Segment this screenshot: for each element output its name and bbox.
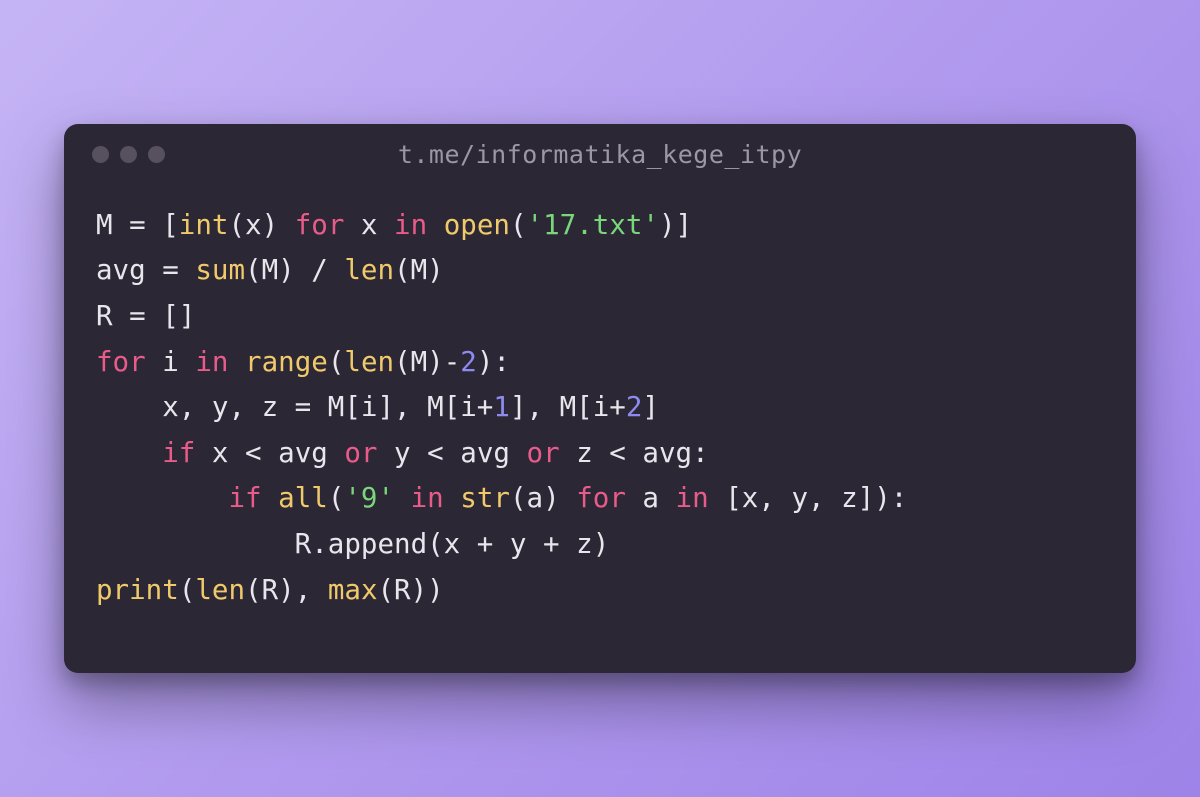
code-token: ( bbox=[510, 209, 527, 241]
code-token: a bbox=[626, 482, 676, 514]
code-token: ( bbox=[328, 482, 345, 514]
code-token: in bbox=[676, 482, 709, 514]
code-token: (M) bbox=[394, 254, 444, 286]
code-token bbox=[96, 437, 162, 469]
code-token bbox=[96, 482, 228, 514]
code-token: M = [ bbox=[96, 209, 179, 241]
code-token: or bbox=[344, 437, 377, 469]
code-token: y < avg bbox=[378, 437, 527, 469]
minimize-icon[interactable] bbox=[120, 146, 137, 163]
code-token: ( bbox=[328, 346, 345, 378]
code-token: z < avg: bbox=[560, 437, 709, 469]
code-token: (x) bbox=[228, 209, 294, 241]
code-line: R.append(x + y + z) bbox=[96, 522, 1104, 568]
code-token: (R)) bbox=[378, 574, 444, 606]
code-token: in bbox=[394, 209, 427, 241]
code-token: (M)- bbox=[394, 346, 460, 378]
code-token: open bbox=[444, 209, 510, 241]
code-token: for bbox=[295, 209, 345, 241]
code-token: or bbox=[527, 437, 560, 469]
titlebar: t.me/informatika_kege_itpy bbox=[64, 124, 1136, 173]
code-token: R.append(x + y + z) bbox=[96, 528, 609, 560]
code-token: print bbox=[96, 574, 179, 606]
code-token: 1 bbox=[493, 391, 510, 423]
code-token: len bbox=[344, 346, 394, 378]
close-icon[interactable] bbox=[92, 146, 109, 163]
code-token: '9' bbox=[344, 482, 394, 514]
code-token: (a) bbox=[510, 482, 576, 514]
code-token: x, y, z = M[i], M[i+ bbox=[96, 391, 493, 423]
code-token: ], M[i+ bbox=[510, 391, 626, 423]
code-token: len bbox=[344, 254, 394, 286]
window-title: t.me/informatika_kege_itpy bbox=[64, 140, 1136, 169]
code-token: for bbox=[96, 346, 146, 378]
code-token bbox=[444, 482, 461, 514]
code-token: x < avg bbox=[195, 437, 344, 469]
code-line: for i in range(len(M)-2): bbox=[96, 340, 1104, 386]
code-token: i bbox=[146, 346, 196, 378]
code-token: )] bbox=[659, 209, 692, 241]
code-token: ( bbox=[179, 574, 196, 606]
code-token: str bbox=[460, 482, 510, 514]
code-line: avg = sum(M) / len(M) bbox=[96, 248, 1104, 294]
code-token: in bbox=[411, 482, 444, 514]
code-token bbox=[262, 482, 279, 514]
code-line: M = [int(x) for x in open('17.txt')] bbox=[96, 203, 1104, 249]
traffic-lights bbox=[92, 146, 165, 163]
code-line: if x < avg or y < avg or z < avg: bbox=[96, 431, 1104, 477]
code-token: sum bbox=[195, 254, 245, 286]
code-token: (R), bbox=[245, 574, 328, 606]
code-token: ): bbox=[477, 346, 510, 378]
code-line: R = [] bbox=[96, 294, 1104, 340]
code-line: x, y, z = M[i], M[i+1], M[i+2] bbox=[96, 385, 1104, 431]
code-token: int bbox=[179, 209, 229, 241]
code-token: x bbox=[344, 209, 394, 241]
code-token: (M) / bbox=[245, 254, 344, 286]
maximize-icon[interactable] bbox=[148, 146, 165, 163]
code-token: max bbox=[328, 574, 378, 606]
code-token bbox=[427, 209, 444, 241]
code-token: range bbox=[245, 346, 328, 378]
code-block: M = [int(x) for x in open('17.txt')]avg … bbox=[64, 173, 1136, 624]
code-token: all bbox=[278, 482, 328, 514]
code-token: len bbox=[195, 574, 245, 606]
code-token: 2 bbox=[460, 346, 477, 378]
code-token: ] bbox=[642, 391, 659, 423]
code-line: if all('9' in str(a) for a in [x, y, z])… bbox=[96, 476, 1104, 522]
code-window: t.me/informatika_kege_itpy M = [int(x) f… bbox=[64, 124, 1136, 674]
code-line: print(len(R), max(R)) bbox=[96, 568, 1104, 614]
code-token: in bbox=[195, 346, 228, 378]
code-token: '17.txt' bbox=[527, 209, 659, 241]
code-token: for bbox=[576, 482, 626, 514]
code-token: 2 bbox=[626, 391, 643, 423]
code-token: if bbox=[162, 437, 195, 469]
code-token: R = [] bbox=[96, 300, 195, 332]
code-token bbox=[394, 482, 411, 514]
code-token: [x, y, z]): bbox=[709, 482, 908, 514]
code-token: avg = bbox=[96, 254, 195, 286]
code-token: if bbox=[228, 482, 261, 514]
code-token bbox=[228, 346, 245, 378]
